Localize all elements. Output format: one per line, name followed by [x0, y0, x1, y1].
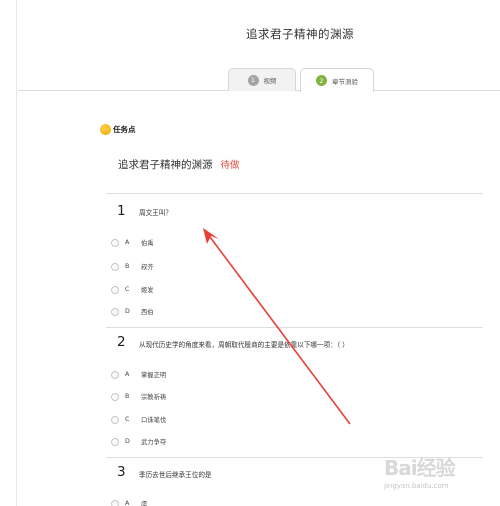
- option-letter: D: [125, 308, 130, 315]
- divider: [106, 327, 483, 328]
- radio-button[interactable]: [111, 262, 119, 271]
- option-letter: B: [125, 393, 130, 400]
- option-text: 叔齐: [141, 264, 154, 271]
- option-row[interactable]: B 叔齐: [111, 262, 154, 271]
- option-letter: D: [125, 438, 130, 445]
- option-text: 虞: [141, 501, 148, 506]
- radio-button[interactable]: [111, 415, 119, 424]
- question-text: 季历去世后继承王位的是: [139, 471, 212, 479]
- left-border: [16, 0, 17, 506]
- question-number: 1: [117, 203, 126, 219]
- radio-button[interactable]: [111, 238, 119, 247]
- watermark-text: Bai经验: [384, 456, 456, 480]
- option-row[interactable]: A 虞: [111, 499, 147, 506]
- chapter-title: 追求君子精神的渊源 待做: [118, 157, 240, 172]
- watermark-subtext: jingyan.baidu.com: [384, 482, 449, 490]
- radio-button[interactable]: [111, 437, 119, 446]
- option-row[interactable]: A 掌握正明: [111, 370, 166, 379]
- tab-chapter-quiz[interactable]: 2 章节测验: [300, 68, 374, 92]
- option-text: 宗教祈祷: [141, 394, 167, 401]
- task-point-label: 任务点: [113, 125, 136, 134]
- option-text: 伯禹: [141, 240, 154, 247]
- option-row[interactable]: B 宗教祈祷: [111, 392, 166, 401]
- page-title: 追求君子精神的渊源: [246, 27, 354, 41]
- radio-button[interactable]: [111, 285, 119, 294]
- option-row[interactable]: C 姬发: [111, 285, 154, 294]
- option-row[interactable]: C 口诛笔伐: [111, 415, 166, 424]
- tab-number-badge: 2: [316, 75, 327, 86]
- status-badge: 待做: [220, 160, 240, 171]
- option-row[interactable]: D 西伯: [111, 307, 154, 316]
- option-text: 掌握正明: [141, 372, 167, 379]
- tab-label: 视频: [263, 77, 277, 85]
- tab-video[interactable]: 1 视频: [228, 68, 296, 91]
- arrow-shaft: [209, 236, 351, 425]
- option-letter: A: [125, 500, 130, 506]
- option-letter: C: [125, 286, 130, 293]
- radio-button[interactable]: [111, 499, 119, 506]
- question-number: 2: [117, 334, 126, 350]
- option-text: 西伯: [141, 309, 154, 316]
- option-row[interactable]: D 武力争夺: [111, 437, 166, 446]
- question-text: 从现代历史学的角度来看，周朝取代殷商的主要是依靠以下哪一项：（ ）: [139, 341, 349, 349]
- radio-button[interactable]: [111, 392, 119, 401]
- option-row[interactable]: A 伯禹: [111, 238, 154, 247]
- chapter-title-text: 追求君子精神的渊源: [118, 159, 213, 171]
- question-number: 3: [117, 464, 126, 480]
- radio-button[interactable]: [111, 370, 119, 379]
- option-letter: C: [125, 416, 130, 423]
- watermark: Bai经验 jingyan.baidu.com: [384, 452, 494, 498]
- radio-button[interactable]: [111, 307, 119, 316]
- task-point-header: 任务点: [100, 124, 136, 135]
- tab-label: 章节测验: [332, 77, 358, 86]
- option-text: 姬发: [141, 287, 154, 294]
- task-point-icon: [100, 124, 111, 135]
- option-letter: B: [125, 263, 130, 270]
- option-letter: A: [125, 239, 130, 246]
- question-text: 周文王叫？: [139, 209, 172, 217]
- divider: [106, 193, 483, 194]
- option-text: 武力争夺: [141, 439, 167, 446]
- tab-number-badge: 1: [247, 74, 259, 86]
- arrow-head: [203, 228, 219, 244]
- option-letter: A: [125, 371, 130, 378]
- option-text: 口诛笔伐: [141, 417, 167, 424]
